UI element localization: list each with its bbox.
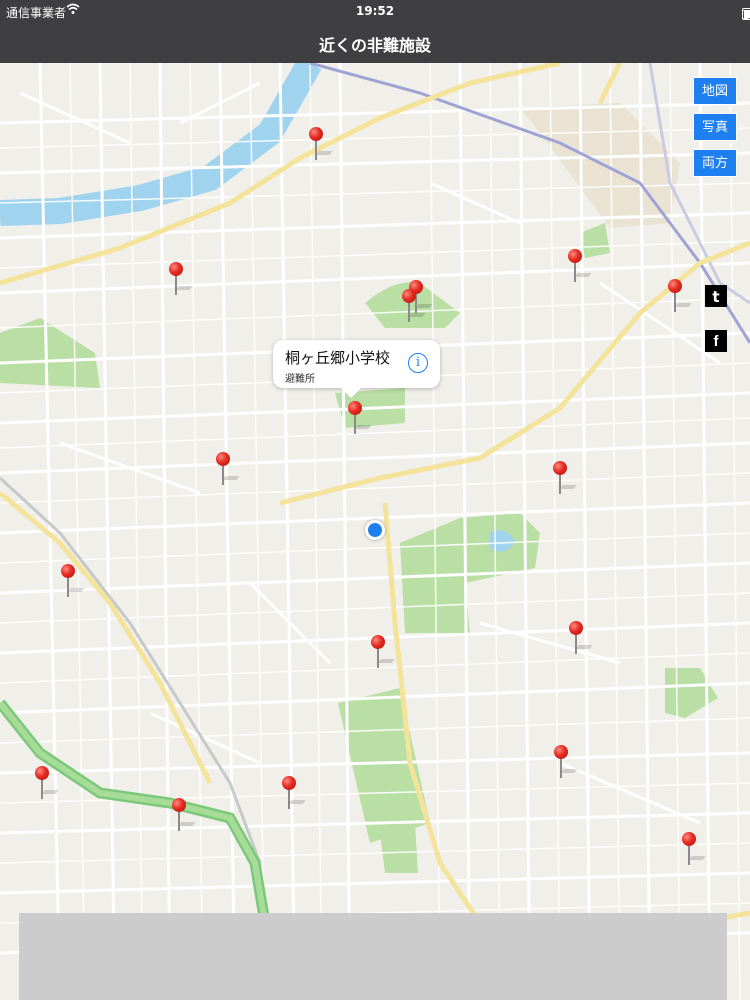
- shelter-pin[interactable]: [402, 289, 426, 323]
- shelter-pin[interactable]: [668, 279, 692, 313]
- battery-fill: [744, 10, 750, 18]
- shelter-pin[interactable]: [216, 452, 240, 486]
- map-view[interactable]: 桐ヶ丘郷小学校 避難所 i 地図 写真 両方 t f: [0, 63, 750, 1000]
- navigation-bar: 近くの非難施設: [0, 22, 750, 63]
- shelter-pin[interactable]: [371, 635, 395, 669]
- callout-subtitle: 避難所: [285, 374, 315, 385]
- shelter-pin[interactable]: [169, 262, 193, 296]
- shelter-callout[interactable]: 桐ヶ丘郷小学校 避難所 i: [273, 340, 440, 398]
- shelter-pin-selected[interactable]: [348, 401, 372, 435]
- callout-title: 桐ヶ丘郷小学校: [285, 349, 391, 367]
- facebook-icon[interactable]: f: [705, 330, 727, 352]
- info-icon[interactable]: i: [408, 353, 428, 373]
- photo-type-button[interactable]: 写真: [693, 113, 737, 141]
- shelter-pin[interactable]: [61, 564, 85, 598]
- twitter-icon[interactable]: t: [705, 285, 727, 307]
- hybrid-type-button[interactable]: 両方: [693, 149, 737, 177]
- user-location-dot: [365, 520, 385, 540]
- status-bar: 通信事業者 19:52 100%: [0, 0, 750, 22]
- shelter-pin[interactable]: [282, 776, 306, 810]
- shelter-pin[interactable]: [35, 766, 59, 800]
- battery-icon: [742, 8, 750, 20]
- shelter-pin[interactable]: [568, 249, 592, 283]
- shelter-pin[interactable]: [569, 621, 593, 655]
- status-time: 19:52: [355, 4, 395, 18]
- shelter-pin[interactable]: [682, 832, 706, 866]
- shelter-pin[interactable]: [309, 127, 333, 161]
- map-type-button[interactable]: 地図: [693, 77, 737, 105]
- page-title: 近くの非難施設: [318, 36, 431, 55]
- shelter-pin[interactable]: [172, 798, 196, 832]
- shelter-pin[interactable]: [553, 461, 577, 495]
- shelter-pin[interactable]: [554, 745, 578, 779]
- bottom-panel: [19, 913, 727, 1000]
